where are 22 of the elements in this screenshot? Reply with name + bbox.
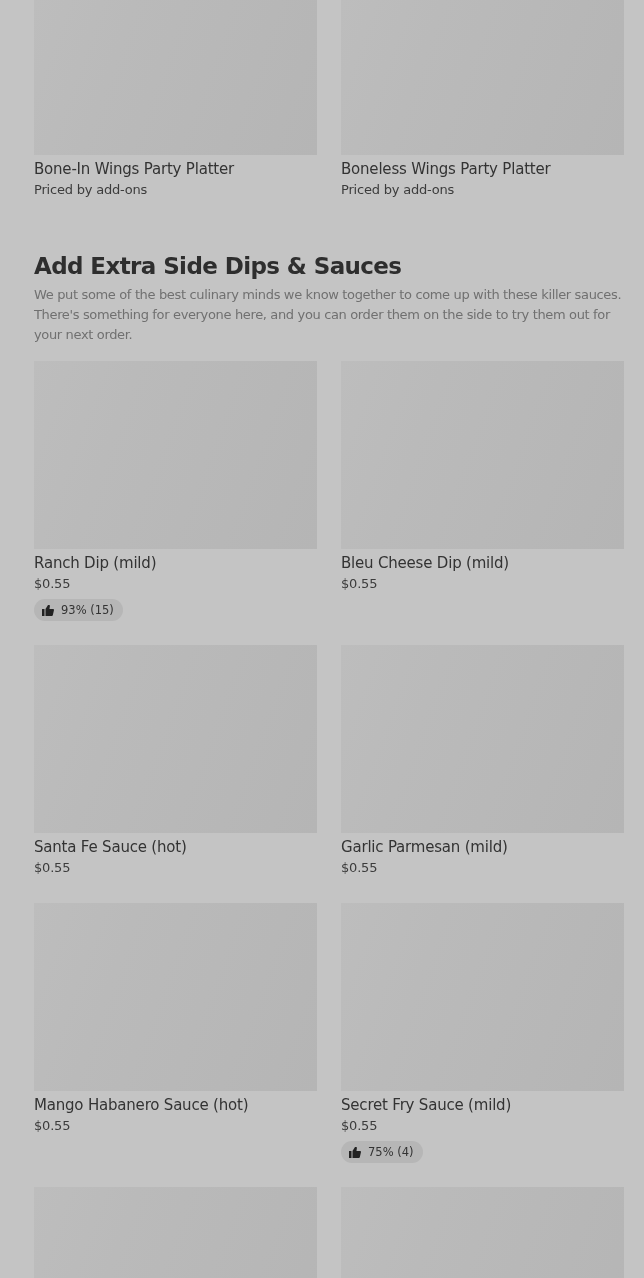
section-title: Add Extra Side Dips & Sauces (34, 252, 403, 281)
item-name[interactable]: Bleu Cheese Dip (mild) (341, 553, 509, 573)
item-price: $0.55 (341, 859, 378, 877)
item-name[interactable]: Santa Fe Sauce (hot) (34, 837, 187, 857)
item-name[interactable]: Bone-In Wings Party Platter (34, 159, 234, 179)
item-price: $0.55 (341, 1117, 378, 1135)
item-price: $0.55 (34, 1117, 71, 1135)
item-name[interactable]: Boneless Wings Party Platter (341, 159, 551, 179)
item-price: Priced by add-ons (341, 181, 455, 199)
item-name[interactable]: Secret Fry Sauce (mild) (341, 1095, 512, 1115)
item-price: Priced by add-ons (34, 181, 148, 199)
thumbs-up-icon (42, 604, 54, 616)
item-price: $0.55 (34, 575, 71, 593)
section-description: We put some of the best culinary minds we know together to come up with these killer sauces. There's something for everyone here, and you can order them on the side to try them out for your next order. (34, 286, 623, 344)
thumbs-up-icon (349, 1146, 361, 1158)
item-price: $0.55 (341, 575, 378, 593)
item-name[interactable]: Ranch Dip (mild) (34, 553, 157, 573)
item-price: $0.55 (34, 859, 71, 877)
rating-text: 93% (15) (61, 603, 114, 617)
item-name[interactable]: Mango Habanero Sauce (hot) (34, 1095, 249, 1115)
rating-text: 75% (4) (368, 1145, 414, 1159)
item-name[interactable]: Garlic Parmesan (mild) (341, 837, 508, 857)
